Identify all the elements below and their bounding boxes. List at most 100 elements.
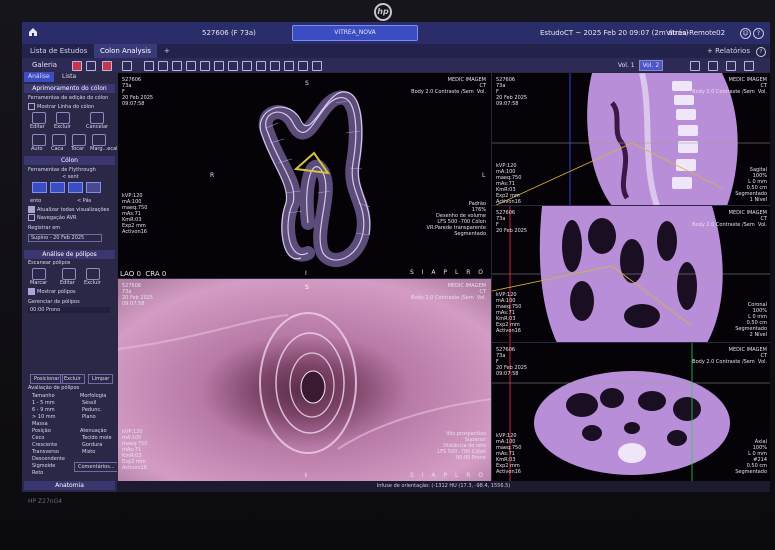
size-opt-4[interactable]: Massa bbox=[32, 421, 48, 427]
help-icon[interactable]: ? bbox=[753, 28, 764, 39]
aten-opt-2[interactable]: Gordura bbox=[82, 442, 102, 448]
tab-colon-analysis[interactable]: Colon Analysis bbox=[94, 44, 157, 58]
freehand-icon[interactable] bbox=[256, 61, 266, 71]
morph-opt-3[interactable]: Plano bbox=[82, 414, 96, 420]
avr-nav-check[interactable]: Navegação AVR bbox=[28, 214, 77, 221]
viewport-endoluminal[interactable]: S I 527606 73a 20 Feb 2025 09:07:58 MEDI… bbox=[117, 278, 493, 483]
aten-opt-1[interactable]: Tecido mole bbox=[82, 435, 112, 441]
polyp-list[interactable]: 00:00 Prono bbox=[28, 307, 110, 313]
camera-icon[interactable] bbox=[726, 61, 736, 71]
gallery-button[interactable]: Galeria bbox=[32, 58, 57, 72]
aten-opt-3[interactable]: Misto bbox=[82, 449, 95, 455]
screen: 527606 (F 73a) VITREA_NOVA EstudoCT ~ 20… bbox=[22, 22, 770, 492]
print-icon[interactable] bbox=[744, 61, 754, 71]
section-colon[interactable]: Cólon bbox=[24, 156, 115, 165]
screen-icon[interactable] bbox=[122, 61, 132, 71]
register-dropdown[interactable]: Supino - 20 Feb 2025 bbox=[28, 234, 102, 242]
show-polyps-check[interactable]: Mostrar pólipos bbox=[28, 288, 76, 295]
caca-icon[interactable] bbox=[52, 134, 66, 146]
svg-text:L: L bbox=[482, 172, 486, 179]
angle-icon[interactable] bbox=[228, 61, 238, 71]
volume-2-button[interactable]: Vol. 2 bbox=[638, 60, 664, 71]
size-opt-3[interactable]: > 10 mm bbox=[32, 414, 55, 420]
pos-opt-3[interactable]: Transverso bbox=[32, 449, 59, 455]
pos-opt-2[interactable]: Crescente bbox=[32, 442, 57, 448]
vpcor-bottom-left-info: kVP:120 mA:100 maeq:750 mAs:71 KmR:03 Ex… bbox=[496, 292, 522, 334]
size-opt-2[interactable]: 6 - 9 mm bbox=[32, 407, 55, 413]
rewind-button[interactable] bbox=[32, 182, 47, 193]
layout-2-icon[interactable] bbox=[102, 61, 112, 71]
morph-opt-2[interactable]: Pedunc. bbox=[82, 407, 102, 413]
vp3d-bottom-left-info: kVP:120 mA:100 maeq:750 mAs:71 KmR:03 Ex… bbox=[122, 193, 148, 235]
mark-icon[interactable] bbox=[32, 268, 46, 280]
auto-icon[interactable] bbox=[32, 134, 46, 146]
monitor-bezel: hp HP Z27nG4 527606 (F 73a) VITREA_NOVA … bbox=[0, 0, 775, 550]
vpsag-top-right-info: MEDIC IMAGEM CT Body 2.0 Contraste /Sem … bbox=[692, 77, 767, 95]
eraser-icon[interactable] bbox=[298, 61, 308, 71]
text-icon[interactable] bbox=[270, 61, 280, 71]
pos-opt-4[interactable]: Descendente bbox=[32, 456, 65, 462]
user-icon[interactable]: ☺ bbox=[740, 28, 751, 39]
vp3d-orientation-letters[interactable]: S I A P L R O bbox=[410, 269, 486, 276]
record-button[interactable] bbox=[86, 182, 101, 193]
cancel-icon[interactable] bbox=[90, 112, 104, 124]
server-pill[interactable]: VITREA_NOVA bbox=[292, 25, 418, 41]
fps-label: < Pás bbox=[77, 198, 92, 204]
reset-icon[interactable] bbox=[312, 61, 322, 71]
reports-menu[interactable]: + Relatórios bbox=[707, 44, 750, 58]
measure-icon[interactable] bbox=[214, 61, 224, 71]
screenshot-icon[interactable] bbox=[708, 61, 718, 71]
section-anatomia[interactable]: Anatomia bbox=[24, 481, 115, 490]
toolbar: Galeria Vol. 1 Vol. 2 bbox=[22, 58, 770, 72]
vpcor-top-left-info: 527606 73a F 20 Feb 2025 bbox=[496, 210, 528, 234]
layout-icon[interactable] bbox=[72, 61, 82, 71]
morph-opt-1[interactable]: Séssil bbox=[82, 400, 96, 406]
edit-tools-label: Ferramentas de edição do cólon bbox=[28, 95, 109, 101]
pan-icon[interactable] bbox=[158, 61, 168, 71]
delete-polyp-icon[interactable] bbox=[86, 268, 100, 280]
tab-lista-estudos[interactable]: Lista de Estudos bbox=[24, 44, 93, 58]
clear-button[interactable]: Limpar bbox=[88, 374, 114, 384]
home-icon[interactable] bbox=[28, 27, 38, 37]
add-tab-button[interactable]: + bbox=[158, 44, 176, 58]
pos-opt-5[interactable]: Sigmoide bbox=[32, 463, 55, 469]
size-opt-1[interactable]: 1 - 5 mm bbox=[32, 400, 55, 406]
comments-button[interactable]: Comentários... bbox=[74, 462, 119, 472]
section-polipos[interactable]: Análise de pólipos bbox=[24, 250, 115, 259]
pause-button[interactable] bbox=[50, 182, 65, 193]
size-label: Tamanho bbox=[32, 393, 55, 399]
pos-opt-6[interactable]: Reto bbox=[32, 470, 43, 476]
rotate-icon[interactable] bbox=[186, 61, 196, 71]
status-bar: Infuse de orientação: (-1312 HU (17.3, -… bbox=[117, 481, 770, 492]
tab-analise[interactable]: Análise bbox=[24, 72, 54, 82]
cancel-label: Cancelar bbox=[86, 124, 109, 130]
edit-icon[interactable] bbox=[32, 112, 46, 124]
update-views-check[interactable]: Atualizar todas visualizações bbox=[28, 206, 109, 213]
ellipse-icon[interactable] bbox=[242, 61, 252, 71]
arrow-icon[interactable] bbox=[284, 61, 294, 71]
layout-grid-icon[interactable] bbox=[86, 61, 96, 71]
touch-icon[interactable] bbox=[72, 134, 86, 146]
vpendo-orientation-letters[interactable]: S I A P L R O bbox=[410, 472, 486, 479]
volume-selector: Vol. 1 Vol. 2 bbox=[618, 60, 664, 71]
delete-icon[interactable] bbox=[56, 112, 70, 124]
crosshair-icon[interactable] bbox=[200, 61, 210, 71]
settings-icon[interactable] bbox=[690, 61, 700, 71]
play-button[interactable] bbox=[68, 182, 83, 193]
window-level-icon[interactable] bbox=[144, 61, 154, 71]
help-icon[interactable]: ? bbox=[756, 47, 766, 57]
position-button[interactable]: Posicionar bbox=[30, 374, 64, 384]
viewport-coronal[interactable]: 527606 73a F 20 Feb 2025 MEDIC IMAGEM CT… bbox=[491, 205, 770, 344]
monitor-brand: HP Z27nG4 bbox=[28, 498, 63, 505]
section-aprimoramento[interactable]: Aprimoramento do cólon bbox=[24, 84, 115, 93]
viewport-3d-colon[interactable]: S I R L 527606 73a F 20 Feb 2025 09:07:5… bbox=[117, 72, 493, 280]
pos-opt-1[interactable]: Ceco bbox=[32, 435, 44, 441]
exclude-button[interactable]: Excluir bbox=[60, 374, 85, 384]
show-colon-line[interactable]: Mostrar Linha do cólon bbox=[28, 103, 94, 110]
edit-polyp-icon[interactable] bbox=[62, 268, 76, 280]
margin-icon[interactable] bbox=[92, 134, 106, 146]
viewport-axial[interactable]: 527606 73a F 20 Feb 2025 09:07:58 MEDIC … bbox=[491, 342, 770, 483]
tab-lista[interactable]: Lista bbox=[58, 72, 80, 82]
zoom-icon[interactable] bbox=[172, 61, 182, 71]
viewport-sagittal[interactable]: 527606 73a F 20 Feb 2025 09:07:58 MEDIC … bbox=[491, 72, 770, 207]
